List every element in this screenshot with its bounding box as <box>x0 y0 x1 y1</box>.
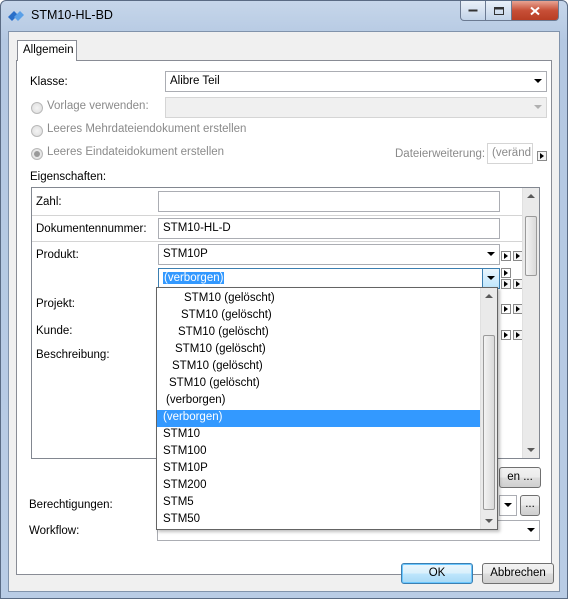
kunde-label: Kunde: <box>36 325 73 337</box>
eindatei-radio[interactable] <box>31 148 43 160</box>
dokumentennummer-value: STM10-HL-D <box>163 222 231 234</box>
dateierweiterung-input[interactable]: (veränd <box>487 143 533 164</box>
chevron-down-icon <box>534 79 542 83</box>
dropdown-item[interactable]: STM100 <box>157 444 480 461</box>
zahl-input[interactable] <box>158 191 500 212</box>
chevron-down-icon <box>504 503 512 507</box>
produkt-dropdown-list: STM10 (gelöscht) STM10 (gelöscht) STM10 (g… <box>156 287 498 530</box>
properties-scrollbar[interactable] <box>522 188 539 458</box>
berechtigungen-ellipsis-button[interactable]: ... <box>520 495 540 516</box>
close-icon <box>530 6 540 15</box>
produkt-select[interactable]: STM10P <box>158 244 500 265</box>
dialog-window: STM10-HL-BD Allgemein Klasse: Alibre Tei… <box>0 0 568 599</box>
dropdown-item[interactable]: STM10P <box>157 461 480 478</box>
vorlage-label: Vorlage verwenden: <box>47 100 149 112</box>
projekt-label: Projekt: <box>36 298 75 310</box>
maximize-button[interactable] <box>486 1 512 21</box>
dropdown-scrollbar[interactable] <box>480 288 497 529</box>
row-divider <box>32 215 522 216</box>
minimize-icon <box>468 9 478 11</box>
produkt-collapse-button[interactable] <box>501 251 511 261</box>
tab-allgemein[interactable]: Allgemein <box>17 40 77 61</box>
dokumentennummer-label: Dokumentennummer: <box>36 223 147 235</box>
dateierweiterung-expand-button[interactable] <box>537 151 547 161</box>
dropdown-item[interactable]: STM5 <box>157 495 480 512</box>
vorlage-radio[interactable] <box>31 102 43 114</box>
maximize-icon <box>493 6 504 15</box>
row-divider <box>32 241 522 242</box>
kunde-add-button[interactable] <box>501 330 511 340</box>
scroll-up-icon[interactable] <box>527 194 535 198</box>
zahl-label: Zahl: <box>36 196 62 208</box>
properties-action-button[interactable]: en ... <box>499 467 541 488</box>
dropdown-item[interactable]: STM10 <box>157 427 480 444</box>
projekt-add-button[interactable] <box>501 304 511 314</box>
dropdown-item[interactable]: STM50 <box>157 512 480 529</box>
chevron-down-icon <box>527 528 535 532</box>
dropdown-item[interactable]: STM10 (gelöscht) <box>157 359 480 376</box>
produkt-sub-select[interactable]: (verborgen) <box>158 268 500 289</box>
eigenschaften-label: Eigenschaften: <box>30 171 107 183</box>
dropdown-item[interactable]: (verborgen) <box>157 393 480 410</box>
cancel-button[interactable]: Abbrechen <box>482 563 554 584</box>
chevron-down-icon <box>487 252 495 256</box>
klasse-label: Klasse: <box>30 76 68 88</box>
dateierweiterung-label: Dateierweiterung: <box>395 148 486 160</box>
scroll-down-icon[interactable] <box>527 448 535 452</box>
dropdown-item[interactable]: STM10 (gelöscht) <box>157 325 480 342</box>
vorlage-select[interactable] <box>165 97 547 118</box>
dropdown-item[interactable]: STM10 (gelöscht) <box>157 291 480 308</box>
minimize-button[interactable] <box>460 1 486 21</box>
scroll-up-icon[interactable] <box>485 294 493 298</box>
scrollbar-thumb[interactable] <box>483 335 495 510</box>
produkt-sub-value: (verborgen) <box>163 272 225 284</box>
berechtigungen-label: Berechtigungen: <box>29 499 113 511</box>
dropdown-button[interactable] <box>482 269 499 288</box>
produkt-label: Produkt: <box>36 249 79 261</box>
berechtigungen-select[interactable] <box>499 495 517 516</box>
scrollbar-thumb[interactable] <box>525 216 537 276</box>
ok-button[interactable]: OK <box>401 563 473 584</box>
dokumentennummer-input[interactable]: STM10-HL-D <box>158 218 500 239</box>
klasse-value: Alibre Teil <box>170 75 220 87</box>
workflow-label: Workflow: <box>29 525 80 537</box>
chevron-down-icon <box>487 276 495 280</box>
eindatei-label: Leeres Eindateidokument erstellen <box>47 146 225 158</box>
dropdown-item[interactable]: STM10 (gelöscht) <box>157 342 480 359</box>
produkt-value: STM10P <box>163 248 208 260</box>
scroll-down-icon[interactable] <box>485 519 493 523</box>
beschreibung-label: Beschreibung: <box>36 349 110 361</box>
klasse-select[interactable]: Alibre Teil <box>165 71 547 92</box>
dateierweiterung-value: (veränd <box>492 147 531 159</box>
close-button[interactable] <box>512 1 559 21</box>
title-bar[interactable]: STM10-HL-BD <box>1 1 567 31</box>
chevron-down-icon <box>534 105 542 109</box>
produkt-sub-add-button[interactable] <box>501 279 511 289</box>
dropdown-item[interactable]: (verborgen) <box>157 410 480 427</box>
dropdown-item[interactable]: STM200 <box>157 478 480 495</box>
dropdown-item[interactable]: STM10 (gelöscht) <box>157 308 480 325</box>
dropdown-item[interactable]: STM10 (gelöscht) <box>157 376 480 393</box>
app-icon <box>8 11 24 21</box>
window-title: STM10-HL-BD <box>31 8 113 22</box>
mehrdatei-label: Leeres Mehrdateiendokument erstellen <box>47 123 247 135</box>
mehrdatei-radio[interactable] <box>31 125 43 137</box>
produkt-sub-collapse-button[interactable] <box>501 268 511 278</box>
